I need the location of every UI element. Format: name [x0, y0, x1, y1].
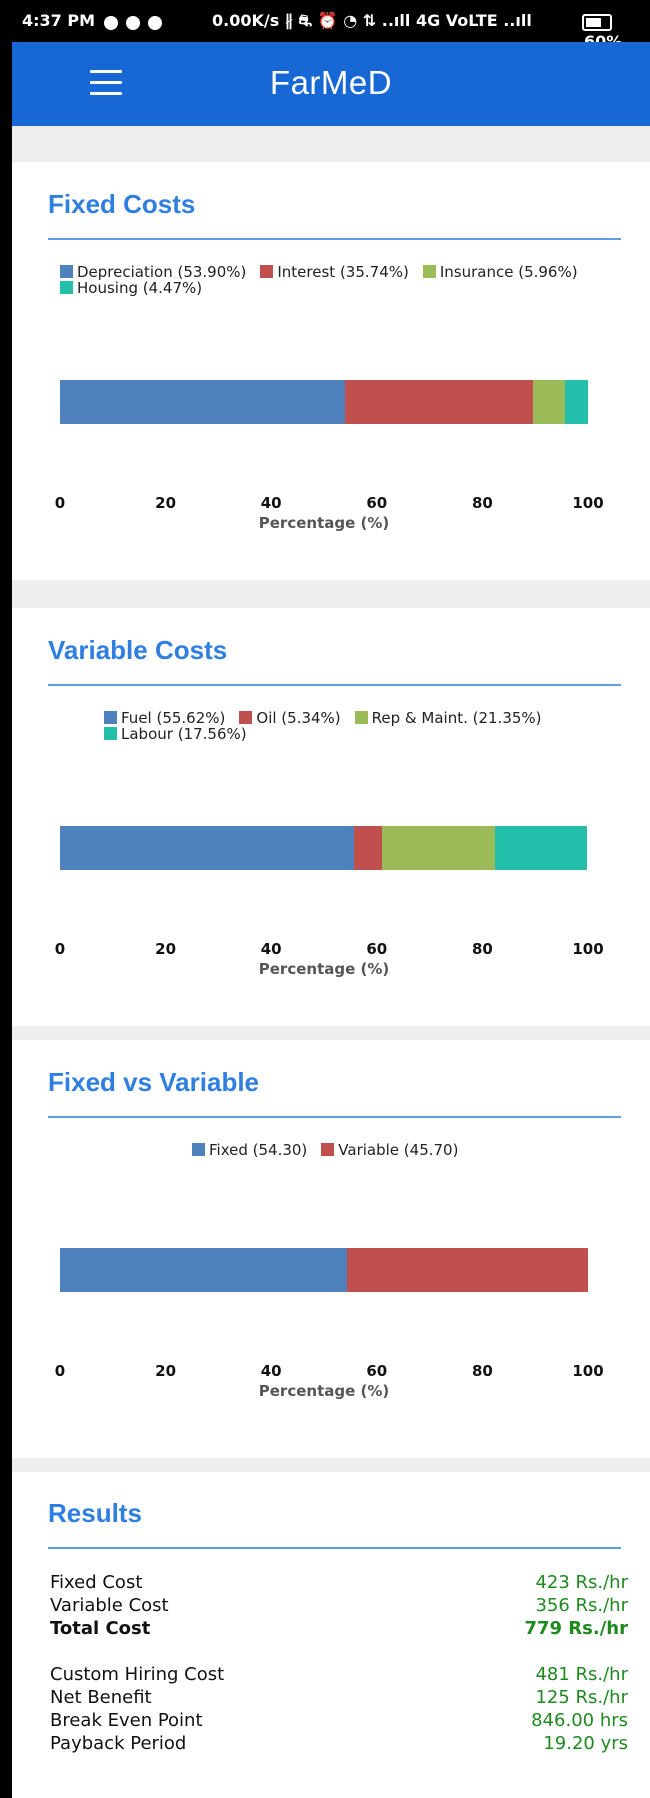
- x-tick-label: 60: [366, 1362, 388, 1380]
- legend-swatch: [104, 711, 117, 724]
- x-tick-label: 80: [471, 940, 493, 958]
- battery-icon: [582, 14, 612, 31]
- x-axis-ticks: 0 20 40 60 80 100: [12, 494, 650, 514]
- x-tick-label: 20: [155, 940, 177, 958]
- app-bar: FarMeD: [12, 42, 650, 126]
- x-tick-label: 0: [54, 940, 66, 958]
- legend-item-oil: Oil (5.34%): [239, 710, 341, 726]
- x-tick-label: 20: [155, 494, 177, 512]
- legend-swatch: [354, 711, 368, 724]
- legend-item-fixed: Fixed (54.30): [192, 1142, 307, 1158]
- x-tick-label: 40: [260, 494, 282, 512]
- x-tick-label: 60: [366, 494, 388, 512]
- legend-item-housing: Housing (4.47%): [60, 280, 202, 296]
- card-title: Variable Costs: [48, 635, 228, 665]
- divider: [48, 238, 621, 240]
- result-row-break-even-point: Break Even Point 846.00 hrs: [50, 1710, 628, 1731]
- notification-icons: [104, 12, 170, 31]
- bar-segment-oil: [353, 826, 382, 870]
- legend-swatch: [321, 1143, 335, 1156]
- legend-item-rep-maint: Rep & Maint. (21.35%): [354, 710, 542, 726]
- legend-item-insurance: Insurance (5.96%): [422, 264, 578, 280]
- result-row-net-benefit: Net Benefit 125 Rs./hr: [50, 1687, 628, 1708]
- legend-item-labour: Labour (17.56%): [104, 726, 247, 742]
- stacked-bar: [60, 1248, 588, 1292]
- results-table: Fixed Cost 423 Rs./hr Variable Cost 356 Rs…: [50, 1572, 628, 1756]
- bar-segment-labour: [494, 826, 588, 870]
- stacked-bar: [60, 380, 589, 424]
- notification-icon: [104, 15, 118, 30]
- result-row-total-cost: Total Cost 779 Rs./hr: [50, 1618, 628, 1639]
- x-tick-label: 20: [155, 1362, 177, 1380]
- status-bar: 4:37 PM 0.00K/s ∦ ⛐ ⏰ ◔ ⇅ ..ıll 4G VoLTE…: [0, 0, 650, 51]
- legend-swatch: [260, 265, 274, 278]
- notification-icon: [148, 15, 162, 30]
- x-tick-label: 40: [260, 1362, 282, 1380]
- bar-segment-rep-maint: [381, 826, 495, 870]
- fixed-costs-card: Fixed Costs Depreciation (53.90%) Interes…: [12, 162, 650, 580]
- x-tick-label: 100: [572, 940, 604, 958]
- stacked-bar: [60, 826, 588, 870]
- fixed-vs-variable-card: Fixed vs Variable Fixed (54.30) Variable …: [12, 1040, 650, 1458]
- chart-legend: Depreciation (53.90%) Interest (35.74%) In…: [60, 264, 630, 296]
- x-axis-label: Percentage (%): [258, 514, 390, 532]
- legend-swatch: [422, 265, 436, 278]
- legend-swatch: [60, 281, 73, 294]
- app-screen: FarMeD Fixed Costs Depreciation (53.90%)…: [12, 42, 650, 1798]
- chart-legend: Fixed (54.30) Variable (45.70): [192, 1142, 592, 1158]
- results-card: Results Fixed Cost 423 Rs./hr Variable Co…: [12, 1472, 650, 1798]
- chart-legend: Fuel (55.62%) Oil (5.34%) Rep & Maint. (21…: [104, 710, 624, 742]
- legend-item-interest: Interest (35.74%): [260, 264, 409, 280]
- legend-swatch: [60, 265, 73, 278]
- bar-segment-variable: [346, 1248, 588, 1292]
- status-time: 4:37 PM: [22, 11, 96, 30]
- card-title: Results: [48, 1498, 142, 1528]
- divider: [48, 684, 621, 686]
- x-tick-label: 0: [54, 1362, 66, 1380]
- result-row-custom-hiring-cost: Custom Hiring Cost 481 Rs./hr: [50, 1664, 628, 1685]
- legend-item-depreciation: Depreciation (53.90%): [60, 264, 246, 280]
- result-row-payback-period: Payback Period 19.20 yrs: [50, 1733, 628, 1754]
- bar-segment-fixed: [60, 1248, 347, 1292]
- divider: [48, 1547, 621, 1549]
- legend-swatch: [239, 711, 253, 724]
- bar-segment-interest: [344, 380, 534, 424]
- card-title: Fixed Costs: [48, 189, 196, 219]
- legend-swatch: [192, 1143, 205, 1156]
- legend-item-fuel: Fuel (55.62%): [104, 710, 225, 726]
- x-axis-ticks: 0 20 40 60 80 100: [12, 940, 650, 960]
- x-tick-label: 0: [54, 494, 66, 512]
- bar-segment-insurance: [533, 380, 565, 424]
- result-row-fixed-cost: Fixed Cost 423 Rs./hr: [50, 1572, 628, 1593]
- x-tick-label: 80: [471, 494, 493, 512]
- x-tick-label: 100: [572, 494, 604, 512]
- x-axis-label: Percentage (%): [258, 960, 390, 978]
- x-tick-label: 80: [471, 1362, 493, 1380]
- status-network: 0.00K/s ∦ ⛐ ⏰ ◔ ⇅ ..ıll 4G VoLTE ..ıll: [212, 11, 532, 30]
- bar-segment-fuel: [60, 826, 354, 870]
- x-axis-label: Percentage (%): [258, 1382, 390, 1400]
- x-tick-label: 100: [572, 1362, 604, 1380]
- bar-segment-housing: [564, 380, 589, 424]
- variable-costs-card: Variable Costs Fuel (55.62%) Oil (5.34%) R…: [12, 608, 650, 1026]
- app-title: FarMeD: [269, 64, 393, 101]
- x-tick-label: 40: [260, 940, 282, 958]
- notification-icon: [126, 15, 140, 30]
- card-title: Fixed vs Variable: [48, 1067, 260, 1097]
- x-tick-label: 60: [366, 940, 388, 958]
- legend-item-variable: Variable (45.70): [321, 1142, 458, 1158]
- bar-segment-depreciation: [60, 380, 345, 424]
- result-row-variable-cost: Variable Cost 356 Rs./hr: [50, 1595, 628, 1616]
- legend-swatch: [104, 727, 117, 740]
- x-axis-ticks: 0 20 40 60 80 100: [12, 1362, 650, 1382]
- divider: [48, 1116, 621, 1118]
